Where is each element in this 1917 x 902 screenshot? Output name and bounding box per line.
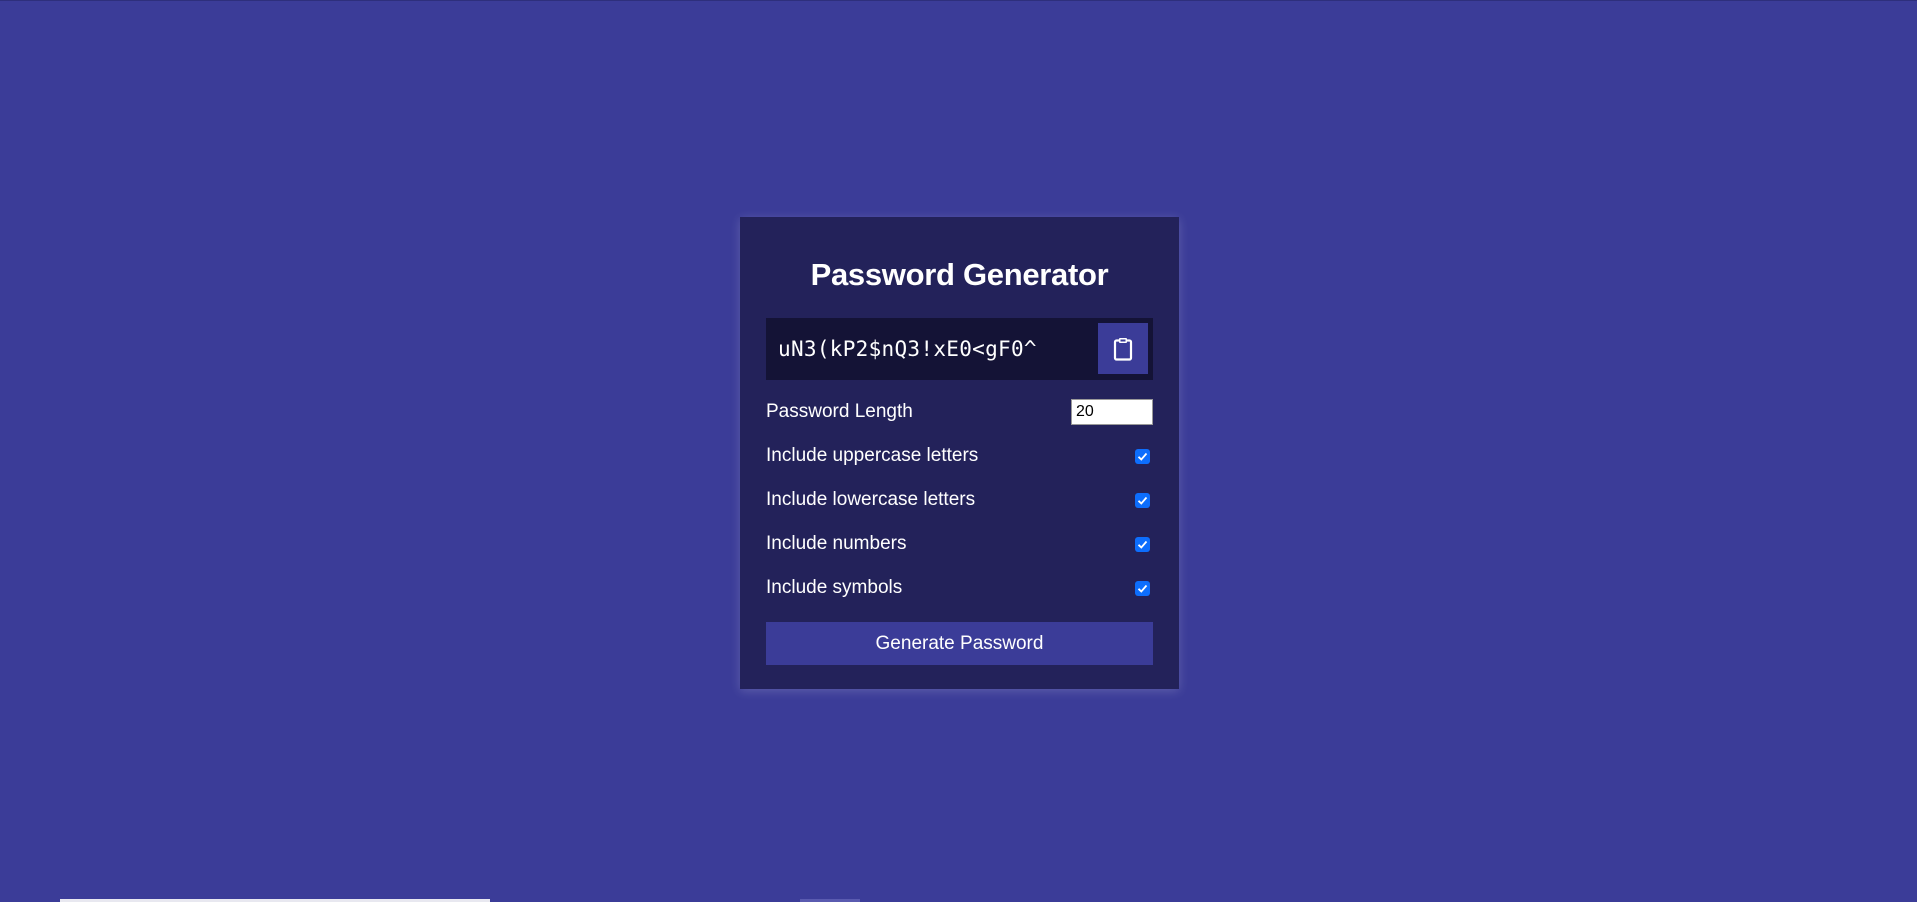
top-border [0, 0, 1917, 1]
length-input[interactable] [1071, 399, 1153, 425]
clipboard-icon [1113, 337, 1133, 361]
lowercase-label: Include lowercase letters [766, 489, 976, 510]
setting-length: Password Length [766, 390, 1153, 434]
length-label: Password Length [766, 401, 913, 422]
setting-symbols: Include symbols [766, 566, 1153, 610]
password-result[interactable]: uN3(kP2$nQ3!xE0<gF0^ [778, 318, 1037, 380]
numbers-label: Include numbers [766, 533, 907, 554]
page-title: Password Generator [810, 257, 1109, 292]
check-icon [1137, 496, 1148, 505]
copy-to-clipboard-button[interactable] [1098, 323, 1148, 374]
lowercase-checkbox[interactable] [1135, 492, 1150, 508]
symbols-label: Include symbols [766, 577, 903, 598]
check-icon [1137, 584, 1148, 593]
uppercase-checkbox[interactable] [1135, 448, 1150, 464]
symbols-checkbox[interactable] [1135, 580, 1150, 596]
password-generator-card: Password Generator uN3(kP2$nQ3!xE0<gF0^ … [740, 217, 1179, 689]
result-container: uN3(kP2$nQ3!xE0<gF0^ [766, 318, 1153, 380]
check-icon [1137, 540, 1148, 549]
setting-uppercase: Include uppercase letters [766, 434, 1153, 478]
generate-password-button[interactable]: Generate Password [766, 622, 1153, 665]
numbers-checkbox[interactable] [1135, 536, 1150, 552]
setting-numbers: Include numbers [766, 522, 1153, 566]
uppercase-label: Include uppercase letters [766, 445, 979, 466]
setting-lowercase: Include lowercase letters [766, 478, 1153, 522]
check-icon [1137, 452, 1148, 461]
